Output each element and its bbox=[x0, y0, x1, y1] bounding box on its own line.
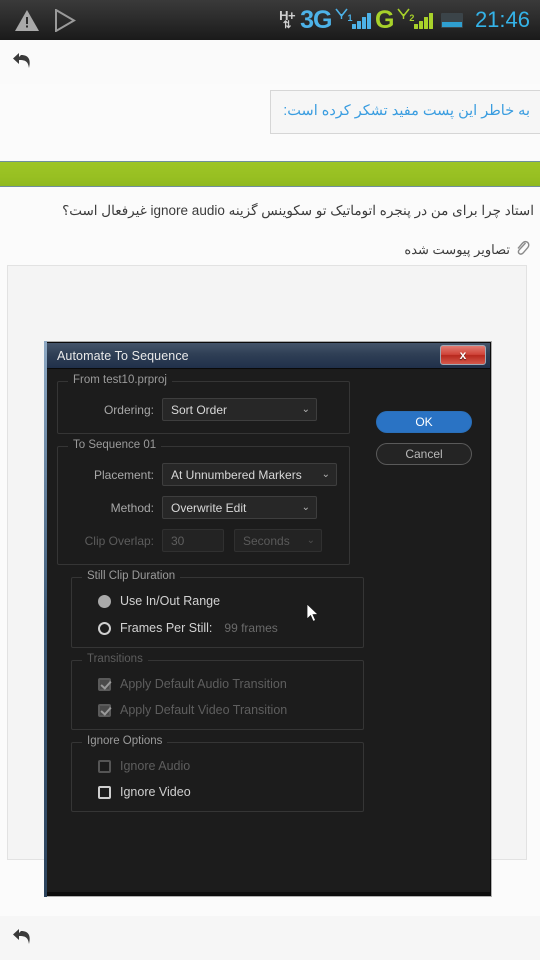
sim2-signal-bars bbox=[414, 12, 433, 29]
chevron-down-icon: ⌄ bbox=[321, 469, 330, 480]
dialog-selection-edge-right bbox=[490, 341, 493, 897]
use-in-out-range-label: Use In/Out Range bbox=[120, 594, 221, 608]
mouse-cursor-icon bbox=[306, 603, 320, 628]
method-value: Overwrite Edit bbox=[171, 500, 247, 515]
post-question-text: استاد چرا برای من در پنجره اتوماتیک تو س… bbox=[62, 203, 534, 219]
automate-to-sequence-dialog[interactable]: Automate To Sequence x OK Cancel From te… bbox=[44, 341, 493, 897]
cancel-button[interactable]: Cancel bbox=[376, 443, 472, 465]
network-type-g-label: G bbox=[374, 5, 394, 34]
battery-icon bbox=[440, 12, 463, 28]
clip-overlap-label: Clip Overlap: bbox=[84, 533, 154, 548]
clip-overlap-units-select: Seconds ⌄ bbox=[234, 529, 322, 552]
ignore-options-legend: Ignore Options bbox=[82, 735, 168, 747]
method-select[interactable]: Overwrite Edit ⌄ bbox=[162, 496, 317, 519]
attachment-header-row: تصاویر پیوست شده bbox=[0, 219, 540, 267]
dialog-button-column: OK Cancel bbox=[376, 411, 472, 475]
method-row: Method: Overwrite Edit ⌄ bbox=[70, 496, 337, 519]
apply-video-transition-label: Apply Default Video Transition bbox=[120, 703, 288, 717]
to-sequence-legend: To Sequence 01 bbox=[68, 439, 162, 451]
radio-unselected-icon[interactable] bbox=[98, 621, 111, 635]
frames-per-still-value: 99 frames bbox=[224, 621, 278, 635]
dialog-title: Automate To Sequence bbox=[57, 348, 189, 363]
ignore-options-group: Ignore Options Ignore Audio Ignore Video bbox=[71, 735, 364, 812]
ok-button[interactable]: OK bbox=[376, 411, 472, 433]
ordering-label: Ordering: bbox=[103, 402, 154, 417]
from-project-group: From test10.prproj Ordering: Sort Order … bbox=[57, 374, 350, 434]
placement-value: At Unnumbered Markers bbox=[171, 467, 302, 482]
apply-audio-transition-row: Apply Default Audio Transition bbox=[84, 677, 351, 691]
ordering-row: Ordering: Sort Order ⌄ bbox=[70, 398, 337, 421]
sim1-number-label: 1 bbox=[347, 13, 353, 23]
from-project-legend: From test10.prproj bbox=[68, 374, 172, 386]
status-clock: 21:46 bbox=[474, 7, 530, 32]
sim1-signal-icon: 1 bbox=[335, 8, 371, 29]
ignore-video-row[interactable]: Ignore Video bbox=[84, 785, 351, 799]
clip-overlap-units-value: Seconds bbox=[243, 533, 290, 548]
placement-select[interactable]: At Unnumbered Markers ⌄ bbox=[162, 463, 337, 486]
radio-selected-icon[interactable] bbox=[98, 594, 111, 608]
ignore-video-label: Ignore Video bbox=[120, 785, 191, 799]
paperclip-icon bbox=[515, 239, 530, 261]
warning-triangle-icon bbox=[14, 9, 40, 32]
green-divider-bar bbox=[0, 161, 540, 188]
thanks-quote-text: به خاطر این پست مفید تشکر کرده است: bbox=[283, 103, 530, 119]
ordering-value: Sort Order bbox=[171, 402, 228, 417]
apply-video-transition-row: Apply Default Video Transition bbox=[84, 703, 351, 717]
checkbox-unchecked-icon[interactable] bbox=[98, 785, 111, 799]
checkbox-unchecked-icon bbox=[98, 759, 111, 773]
clip-overlap-row: Clip Overlap: 30 Seconds ⌄ bbox=[70, 529, 337, 552]
chevron-down-icon: ⌄ bbox=[301, 502, 310, 513]
checkbox-checked-icon bbox=[98, 703, 111, 717]
transitions-group: Transitions Apply Default Audio Transiti… bbox=[71, 653, 364, 730]
ordering-select[interactable]: Sort Order ⌄ bbox=[162, 398, 317, 421]
bottom-nav-row bbox=[0, 916, 540, 960]
sim2-number-label: 2 bbox=[409, 13, 415, 23]
back-arrow-icon-top[interactable] bbox=[8, 47, 38, 77]
dialog-titlebar: Automate To Sequence x bbox=[47, 343, 490, 369]
chevron-down-icon: ⌄ bbox=[306, 535, 315, 546]
still-clip-duration-group: Still Clip Duration Use In/Out Range Fra… bbox=[71, 570, 364, 648]
sim1-signal-bars bbox=[352, 12, 371, 29]
chevron-down-icon: ⌄ bbox=[301, 404, 310, 415]
android-status-bar: H+ ⇅ 3G 1 G 2 21:46 bbox=[0, 0, 540, 40]
hplus-network-icon: H+ ⇅ bbox=[279, 9, 295, 31]
attachment-label: تصاویر پیوست شده bbox=[404, 242, 510, 258]
close-icon[interactable]: x bbox=[440, 345, 486, 365]
ignore-audio-row: Ignore Audio bbox=[84, 759, 351, 773]
sim2-signal-icon: 2 bbox=[397, 8, 433, 29]
data-arrows-icon: ⇅ bbox=[282, 20, 292, 31]
dialog-bottom-edge bbox=[47, 892, 490, 895]
transitions-legend: Transitions bbox=[82, 653, 148, 665]
network-type-3g-label: 3G bbox=[300, 5, 332, 34]
apply-audio-transition-label: Apply Default Audio Transition bbox=[120, 677, 287, 691]
method-label: Method: bbox=[110, 500, 154, 515]
still-clip-duration-legend: Still Clip Duration bbox=[82, 570, 181, 582]
to-sequence-group: To Sequence 01 Placement: At Unnumbered … bbox=[57, 439, 350, 565]
page-content: به خاطر این پست مفید تشکر کرده است: استا… bbox=[0, 40, 540, 960]
thanks-quote-row: به خاطر این پست مفید تشکر کرده است: bbox=[0, 84, 540, 135]
clip-overlap-input: 30 bbox=[162, 529, 224, 552]
play-store-icon bbox=[54, 8, 76, 32]
dialog-body: OK Cancel From test10.prproj Ordering: S… bbox=[47, 369, 490, 895]
thanks-quote-box: به خاطر این پست مفید تشکر کرده است: bbox=[270, 90, 540, 135]
placement-label: Placement: bbox=[93, 467, 154, 482]
back-arrow-icon-bottom[interactable] bbox=[8, 923, 38, 953]
frames-per-still-label: Frames Per Still: bbox=[120, 621, 213, 635]
ignore-audio-label: Ignore Audio bbox=[120, 759, 191, 773]
checkbox-checked-icon bbox=[98, 677, 111, 691]
placement-row: Placement: At Unnumbered Markers ⌄ bbox=[70, 463, 337, 486]
top-nav-row bbox=[0, 40, 540, 84]
